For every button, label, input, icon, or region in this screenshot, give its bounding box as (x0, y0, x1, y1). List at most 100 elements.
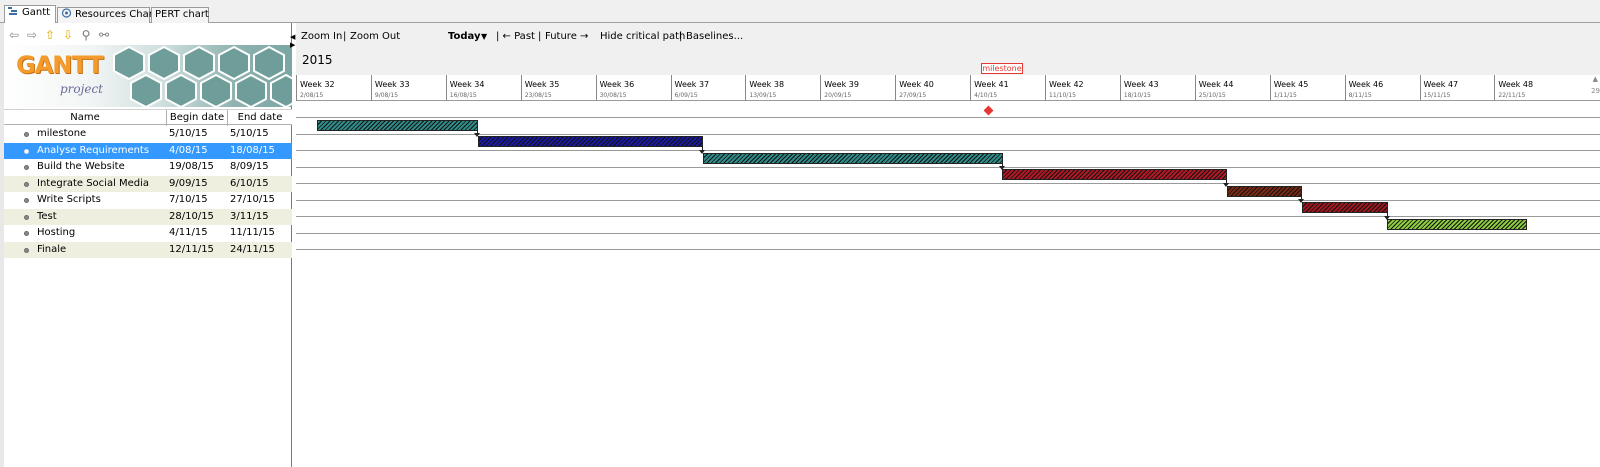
timeline-week: Week 42 11/10/15 (1045, 75, 1120, 101)
dependency-arrow-icon (999, 166, 1005, 170)
task-bullet-icon (24, 148, 29, 154)
task-name: Analyse Requirements (37, 144, 150, 156)
week-start-date: 18/10/15 (1123, 92, 1151, 99)
row-gridline (296, 167, 1600, 168)
task-tree-panel: ⇦ ⇨ ⇧ ⇩ ⚲ ⚯ GANTT project Name Begin dat… (0, 23, 292, 467)
task-end-date: 8/09/15 (230, 161, 269, 172)
dependency-arrow-icon (1298, 199, 1304, 203)
task-name: Integrate Social Media (37, 177, 150, 189)
task-bar[interactable] (1302, 202, 1388, 213)
week-number: Week 40 (899, 80, 934, 89)
task-begin-date: 9/09/15 (169, 177, 208, 189)
task-begin-date: 7/10/15 (169, 194, 208, 205)
task-begin-date: 28/10/15 (169, 210, 214, 222)
week-number: Week 48 (1498, 80, 1534, 89)
table-row[interactable]: Write Scripts 7/10/15 27/10/15 (4, 192, 292, 208)
task-bar[interactable] (1227, 186, 1302, 197)
column-header-begin-date[interactable]: Begin date (167, 110, 228, 126)
link-icon[interactable]: ⚲ (79, 28, 93, 42)
tab-pert-chart[interactable]: PERT chart (151, 7, 209, 23)
week-number: Week 42 (1049, 80, 1084, 89)
future-button[interactable]: Future → (545, 31, 588, 42)
timeline-week: Week 39 20/09/15 (820, 75, 895, 101)
row-gridline (296, 134, 1600, 135)
task-begin-date: 5/10/15 (169, 128, 208, 139)
week-number: Week 45 (1273, 80, 1309, 89)
timeline-week: Week 40 27/09/15 (895, 75, 970, 101)
task-bar[interactable] (1387, 219, 1527, 230)
hide-critical-path-button[interactable]: Hide critical path (600, 31, 685, 42)
timeline-header: ▲ 29 Week 32 2/08/15 Week 33 9/08/15 Week 34… (296, 75, 1600, 101)
toolbar-separator: | (679, 31, 683, 42)
timeline-week: Week 32 2/08/15 (296, 75, 371, 101)
timeline-week: Week 38 13/09/15 (745, 75, 820, 101)
table-row[interactable]: milestone 5/10/15 5/10/15 (4, 126, 292, 142)
task-bullet-icon (24, 231, 29, 236)
week-number: Week 43 (1123, 80, 1159, 89)
week-start-date: 16/08/15 (449, 92, 477, 99)
move-up-icon[interactable]: ⇧ (43, 28, 57, 42)
gantt-logo-subtext: project (60, 82, 104, 96)
task-bullet-icon (24, 214, 29, 220)
row-gridline (296, 233, 1600, 234)
timeline-week: Week 45 1/11/15 (1269, 75, 1345, 101)
week-start-date: 9/08/15 (374, 92, 399, 99)
week-start-date: 23/08/15 (524, 92, 552, 99)
week-number: Week 36 (599, 80, 635, 89)
chevron-down-icon[interactable]: ▼ (481, 32, 487, 41)
task-name: Build the Website (37, 161, 125, 172)
move-down-icon[interactable]: ⇩ (61, 28, 75, 42)
tab-gantt-label: Gantt (22, 7, 51, 18)
column-header-end-date[interactable]: End date (228, 110, 292, 126)
week-number: Week 37 (674, 80, 710, 89)
task-bar[interactable] (703, 153, 1003, 164)
forward-arrow-icon[interactable]: ⇨ (25, 28, 39, 42)
dependency-arrow-icon (1223, 183, 1229, 187)
task-end-date: 6/10/15 (230, 177, 269, 189)
tab-gantt[interactable]: Gantt (4, 5, 56, 23)
gantt-bars-area[interactable] (296, 101, 1600, 467)
year-label: 2015 (302, 53, 333, 67)
week-number: Week 46 (1348, 80, 1384, 89)
timeline-week: Week 33 9/08/15 (370, 75, 446, 101)
baselines-button[interactable]: Baselines... (686, 31, 743, 42)
table-row[interactable]: Analyse Requirements 4/08/15 18/08/15 (4, 142, 292, 159)
table-row[interactable]: Hosting 4/11/15 11/11/15 (4, 225, 292, 241)
unlink-icon[interactable]: ⚯ (97, 28, 111, 42)
table-row[interactable]: Test 28/10/15 3/11/15 (4, 208, 292, 225)
splitter-arrows-icon[interactable]: ◀ ▶ (290, 33, 295, 49)
row-gridline (296, 183, 1600, 184)
task-end-date: 5/10/15 (230, 128, 269, 139)
tab-resources-chart[interactable]: Resources Chart (57, 7, 157, 23)
column-header-name[interactable]: Name (4, 110, 167, 126)
zoom-in-button[interactable]: Zoom In (301, 31, 342, 42)
task-bullet-icon (24, 132, 29, 137)
table-row[interactable]: Build the Website 19/08/15 8/09/15 (4, 159, 292, 175)
week-number: Week 32 (300, 80, 335, 89)
zoom-out-button[interactable]: Zoom Out (350, 31, 400, 42)
scroll-up-icon[interactable]: ▲ (1593, 75, 1598, 83)
view-tab-strip: Gantt Resources Chart PERT chart (0, 0, 1600, 23)
week-number: Week 39 (824, 80, 859, 89)
task-bar[interactable] (1002, 169, 1227, 180)
table-row[interactable]: Integrate Social Media 9/09/15 6/10/15 (4, 175, 292, 192)
task-begin-date: 12/11/15 (169, 243, 214, 255)
week-start-date: 27/09/15 (899, 92, 927, 99)
week-start-date: 30/08/15 (599, 92, 627, 99)
dependency-arrow-icon (1384, 216, 1390, 220)
past-button[interactable]: | ← Past (496, 31, 535, 42)
today-button[interactable]: Today (448, 31, 480, 42)
timeline-week: Week 37 6/09/15 (670, 75, 746, 101)
table-row[interactable]: Finale 12/11/15 24/11/15 (4, 241, 292, 258)
timeline-week: Week 41 4/10/15 (970, 75, 1045, 101)
milestone-marker[interactable] (983, 105, 994, 116)
back-arrow-icon[interactable]: ⇦ (7, 28, 21, 42)
task-bar[interactable] (317, 120, 478, 131)
week-number: Week 35 (524, 80, 560, 89)
week-start-date: 22/11/15 (1498, 92, 1526, 99)
task-name: Test (37, 210, 57, 222)
task-table-header: Name Begin date End date (4, 109, 292, 126)
task-end-date: 24/11/15 (230, 243, 275, 255)
task-name: Hosting (37, 227, 76, 238)
task-bar[interactable] (478, 136, 703, 147)
